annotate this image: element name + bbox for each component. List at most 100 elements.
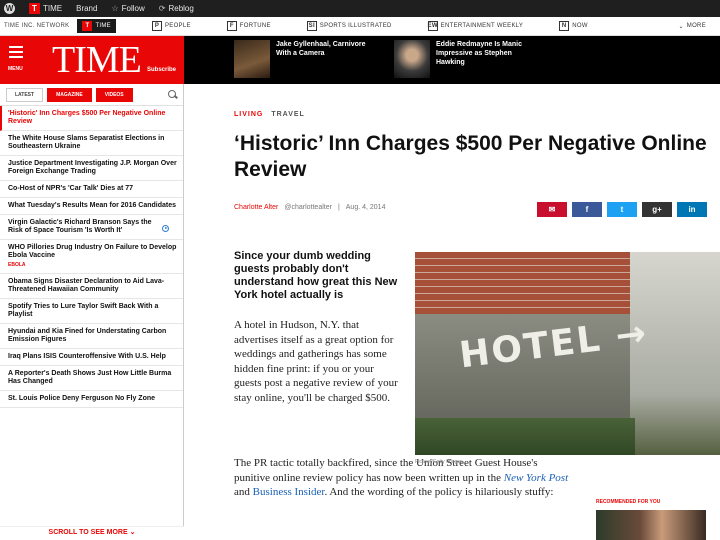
more-label: MORE [686, 23, 706, 29]
site-header: MENU TIME Subscribe [0, 36, 184, 84]
twitter-icon: t [620, 205, 624, 214]
paragraph-text: and [234, 486, 253, 498]
menu-label[interactable]: MENU [8, 66, 23, 72]
list-item[interactable]: What Tuesday's Results Mean for 2016 Can… [0, 198, 183, 215]
sidebar-tabs: LATEST MAGAZINE VIDEOS [0, 84, 183, 106]
search-icon[interactable] [168, 90, 177, 99]
reblog-button[interactable]: ⟳ Reblog [159, 4, 194, 13]
network-item-si[interactable]: SI SPORTS ILLUSTRATED [306, 21, 392, 31]
network-item-label: PEOPLE [164, 23, 191, 29]
list-item-text: WHO Pillories Drug Industry On Failure t… [8, 244, 177, 259]
list-item-text: The White House Slams Separatist Electio… [8, 135, 165, 150]
list-item[interactable]: Co-Host of NPR's 'Car Talk' Dies at 77 [0, 181, 183, 198]
list-item-text: Virgin Galactic's Richard Branson Says t… [8, 219, 152, 234]
tab-videos[interactable]: VIDEOS [95, 87, 133, 102]
article-kicker: LIVING TRAVEL [234, 111, 305, 118]
list-item[interactable]: 'Historic' Inn Charges $500 Per Negative… [0, 106, 183, 131]
scroll-more-label: SCROLL TO SEE MORE [48, 529, 128, 536]
byline-divider: | [337, 204, 340, 211]
wordpress-menu[interactable]: W [0, 3, 15, 14]
reblog-icon: ⟳ [158, 4, 166, 13]
list-item[interactable]: WHO Pillories Drug Industry On Failure t… [0, 240, 183, 274]
recommended-thumbnail[interactable] [596, 510, 706, 540]
network-item-now[interactable]: N NOW [559, 21, 588, 31]
paragraph-text: . And the wording of the policy is hilar… [324, 486, 554, 498]
envelope-icon: ✉ [548, 205, 556, 214]
list-item-text: What Tuesday's Results Mean for 2016 Can… [8, 202, 177, 209]
list-item-text: Iraq Plans ISIS Counteroffensive With U.… [8, 353, 166, 360]
list-item[interactable]: The White House Slams Separatist Electio… [0, 131, 183, 156]
brand-link[interactable]: Brand [76, 4, 97, 13]
topic-tag[interactable]: EBOLA [8, 261, 177, 269]
author-handle[interactable]: @charlottealter [284, 204, 332, 211]
author-link[interactable]: Charlotte Alter [234, 204, 278, 211]
share-buttons: ✉ f t g+ in [537, 202, 707, 217]
network-item-label: NOW [572, 23, 588, 29]
star-icon: ☆ [111, 4, 119, 13]
googleplus-share-button[interactable]: g+ [642, 202, 672, 217]
list-item-text: Co-Host of NPR's 'Car Talk' Dies at 77 [8, 185, 134, 192]
section-link[interactable]: LIVING [234, 111, 263, 118]
list-item-text: Obama Signs Disaster Declaration to Aid … [8, 278, 165, 293]
sidebar: LATEST MAGAZINE VIDEOS 'Historic' Inn Ch… [0, 84, 184, 540]
facebook-share-button[interactable]: f [572, 202, 602, 217]
network-item-label: ENTERTAINMENT WEEKLY [440, 23, 524, 29]
promo-thumbnail [394, 40, 430, 78]
list-item[interactable]: St. Louis Police Deny Ferguson No Fly Zo… [0, 391, 183, 408]
email-share-button[interactable]: ✉ [537, 202, 567, 217]
promo-bar: Jake Gyllenhaal, Carnivore With a Camera… [184, 36, 720, 84]
si-logo-icon: SI [306, 21, 317, 31]
promo-thumbnail [234, 40, 270, 78]
list-item[interactable]: Iraq Plans ISIS Counteroffensive With U.… [0, 349, 183, 366]
time-icon: T [29, 3, 40, 14]
list-item[interactable]: A Reporter's Death Shows Just How Little… [0, 366, 183, 391]
subscribe-link[interactable]: Subscribe [147, 67, 176, 73]
video-play-icon [162, 225, 169, 232]
list-item-text: 'Historic' Inn Charges $500 Per Negative… [8, 110, 166, 125]
article-paragraph: The PR tactic totally backfired, since t… [234, 456, 574, 500]
time-logo-icon: T [82, 21, 93, 31]
chevron-down-icon: ⌄ [129, 529, 136, 536]
linkedin-share-button[interactable]: in [677, 202, 707, 217]
new-york-post-link[interactable]: New York Post [504, 472, 568, 484]
list-item[interactable]: Justice Department Investigating J.P. Mo… [0, 156, 183, 181]
promo-item[interactable]: Eddie Redmayne Is Manic Impressive as St… [394, 40, 531, 78]
business-insider-link[interactable]: Business Insider [253, 486, 325, 498]
network-item-label: SPORTS ILLUSTRATED [319, 23, 392, 29]
promo-text: Eddie Redmayne Is Manic Impressive as St… [436, 41, 522, 66]
twitter-share-button[interactable]: t [607, 202, 637, 217]
tab-magazine[interactable]: MAGAZINE [47, 87, 92, 102]
follow-button[interactable]: ☆ Follow [111, 4, 144, 13]
list-item[interactable]: Hyundai and Kia Fined for Understating C… [0, 324, 183, 349]
site-link[interactable]: T TIME [29, 3, 62, 14]
network-item-time[interactable]: T TIME [77, 19, 116, 33]
reblog-label: Reblog [168, 4, 194, 13]
promo-item[interactable]: Jake Gyllenhaal, Carnivore With a Camera [234, 40, 366, 78]
scroll-more-link[interactable]: SCROLL TO SEE MORE ⌄ [0, 526, 184, 540]
network-item-label: TIME [95, 23, 111, 29]
network-item-fortune[interactable]: F FORTUNE [226, 21, 271, 31]
network-item-people[interactable]: P PEOPLE [151, 21, 191, 31]
network-item-ew[interactable]: EW ENTERTAINMENT WEEKLY [428, 21, 524, 31]
list-item[interactable]: Virgin Galactic's Richard Branson Says t… [0, 215, 183, 240]
article-headline: ‘Historic’ Inn Charges $500 Per Negative… [234, 132, 707, 181]
tab-latest[interactable]: LATEST [6, 87, 44, 102]
time-logo[interactable]: TIME [52, 38, 142, 82]
now-logo-icon: N [559, 21, 570, 31]
network-item-label: FORTUNE [239, 23, 271, 29]
byline: Charlotte Alter @charlottealter | Aug. 4… [234, 204, 385, 211]
brand-label: Brand [76, 4, 98, 13]
more-button[interactable]: ⌄ MORE [678, 23, 706, 30]
follow-label: Follow [121, 4, 145, 13]
list-item-text: Justice Department Investigating J.P. Mo… [8, 160, 177, 175]
chevron-down-icon: ⌄ [678, 23, 684, 30]
menu-icon[interactable] [9, 46, 23, 61]
site-label: TIME [43, 4, 63, 13]
facebook-icon: f [585, 205, 589, 214]
list-item[interactable]: Obama Signs Disaster Declaration to Aid … [0, 274, 183, 299]
list-item[interactable]: Spotify Tries to Lure Taylor Swift Back … [0, 299, 183, 324]
paragraph-text: The PR tactic totally backfired, since t… [234, 457, 538, 484]
people-logo-icon: P [151, 21, 162, 31]
ew-logo-icon: EW [427, 21, 438, 31]
section-link[interactable]: TRAVEL [271, 111, 304, 118]
